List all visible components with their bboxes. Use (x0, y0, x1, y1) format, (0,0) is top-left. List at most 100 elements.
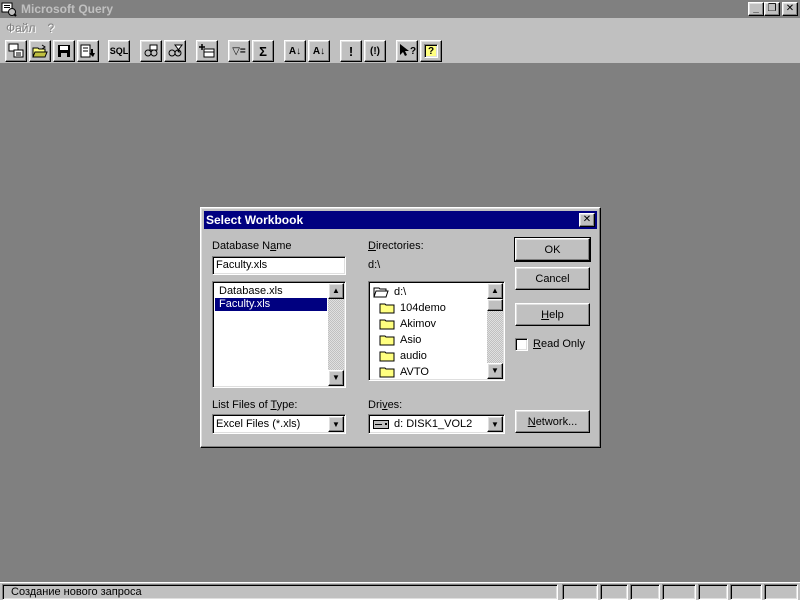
directory-scrollbar[interactable]: ▲ ▼ (487, 283, 503, 379)
database-name-label-pre: Database N (212, 240, 271, 252)
auto-query-button[interactable]: (!) (364, 40, 386, 62)
cancel-label: Cancel (535, 272, 570, 285)
drive-select[interactable]: d: DISK1_VOL2 ▼ (368, 414, 505, 434)
save-disk-icon (58, 45, 70, 57)
open-query-button[interactable] (29, 40, 51, 62)
chevron-down-icon: ▼ (332, 419, 340, 429)
totals-button[interactable]: Σ (252, 40, 274, 62)
app-titlebar[interactable]: Microsoft Query _ ❐ ✕ (0, 0, 800, 18)
add-tables-button[interactable] (196, 40, 218, 62)
help-icon-label: ? (427, 45, 435, 57)
filter-equals-icon: ▽= (232, 45, 246, 57)
restore-icon: ❐ (767, 3, 777, 14)
scroll-down-button[interactable]: ▼ (328, 370, 344, 386)
network-button[interactable]: Network... (515, 410, 590, 433)
file-listbox[interactable]: Database.xls Faculty.xls ▲ ▼ (212, 281, 346, 388)
close-icon: ✕ (785, 3, 795, 14)
open-folder-icon (373, 287, 389, 298)
toolbar: SQL ▽= Σ A↓ A↓ ! (!) ? ? (0, 38, 800, 64)
dir-label: Akimov (400, 318, 437, 330)
database-name-value: Faculty.xls (216, 259, 268, 271)
add-tables-icon (199, 44, 215, 58)
cancel-button[interactable]: Cancel (515, 267, 590, 290)
close-icon: ✕ (582, 214, 592, 225)
dir-item-akimov[interactable]: Akimov (373, 316, 486, 332)
network-label-accel: N (527, 415, 536, 428)
dir-label: audio (400, 350, 427, 362)
directories-label-post: irectories: (375, 240, 424, 252)
scroll-down-button[interactable]: ▼ (487, 363, 503, 379)
database-name-input[interactable]: Faculty.xls (212, 256, 346, 275)
status-bar: Создание нового запроса (0, 582, 800, 600)
close-button[interactable]: ✕ (782, 2, 798, 16)
show-tables-icon (144, 44, 158, 57)
new-query-button[interactable] (5, 40, 27, 62)
dir-item-root[interactable]: d:\ (373, 284, 486, 300)
file-item-database[interactable]: Database.xls (215, 285, 327, 298)
menu-help[interactable]: ? (42, 21, 61, 35)
status-cell (730, 584, 762, 600)
sort-ascending-button[interactable]: A↓ (284, 40, 306, 62)
new-query-icon (8, 43, 24, 58)
drives-label: Drives: (368, 399, 402, 411)
ok-button[interactable]: OK (514, 237, 591, 262)
file-list-scrollbar[interactable]: ▲ ▼ (328, 283, 344, 386)
list-type-label-post: ype: (276, 399, 298, 411)
drives-label-post: es: (387, 399, 403, 411)
directories-label: Directories: (368, 240, 424, 252)
scroll-up-icon: ▲ (491, 286, 499, 295)
status-text: Создание нового запроса (2, 584, 558, 600)
save-button[interactable] (53, 40, 75, 62)
scroll-up-button[interactable]: ▲ (487, 283, 503, 299)
dir-label: Asio (400, 334, 422, 346)
status-cell (562, 584, 598, 600)
dir-item-audio[interactable]: audio (373, 348, 486, 364)
directories-label-accel: D (368, 240, 376, 252)
drive-value: d: DISK1_VOL2 (394, 418, 473, 430)
drives-label-pre: Dri (368, 399, 383, 411)
drive-dropdown-button[interactable]: ▼ (487, 416, 503, 432)
show-tables-button[interactable] (140, 40, 162, 62)
file-type-select[interactable]: Excel Files (*.xls) ▼ (212, 414, 346, 434)
dir-item-avto[interactable]: AVTO (373, 364, 486, 380)
file-item-faculty[interactable]: Faculty.xls (215, 298, 327, 311)
minimize-button[interactable]: _ (748, 2, 764, 16)
file-type-value: Excel Files (*.xls) (216, 418, 301, 430)
dir-item-asio[interactable]: Asio (373, 332, 486, 348)
restore-button[interactable]: ❐ (764, 2, 780, 16)
sort-descending-button[interactable]: A↓ (308, 40, 330, 62)
help-button[interactable]: ? (420, 40, 442, 62)
scroll-up-icon: ▲ (332, 286, 340, 295)
query-now-button[interactable]: ! (340, 40, 362, 62)
menu-bar: Файл ? (0, 18, 800, 38)
dir-label: 104demo (400, 302, 446, 314)
menu-file[interactable]: Файл (0, 21, 42, 35)
dir-label: AVTO (400, 366, 429, 378)
read-only-checkbox[interactable] (515, 338, 528, 351)
criteria-equals-button[interactable]: ▽= (228, 40, 250, 62)
directory-listbox[interactable]: d:\ 104demo Akimov Asio audio AVTO ▲ ▼ (368, 281, 505, 381)
drive-icon (373, 420, 389, 429)
open-folder-icon (32, 44, 48, 58)
dialog-titlebar[interactable]: Select Workbook ✕ (204, 211, 597, 229)
sql-button[interactable]: SQL (108, 40, 130, 62)
show-criteria-button[interactable] (164, 40, 186, 62)
dir-item-104demo[interactable]: 104demo (373, 300, 486, 316)
context-help-button[interactable]: ? (396, 40, 418, 62)
help-button-dialog[interactable]: Help (515, 303, 590, 326)
msquery-app-icon[interactable] (1, 1, 17, 17)
list-files-type-label: List Files of Type: (212, 399, 297, 411)
dialog-title: Select Workbook (206, 213, 304, 227)
dir-root-label: d:\ (394, 286, 407, 298)
chevron-down-icon: ▼ (491, 419, 499, 429)
exclamation-icon: ! (348, 43, 354, 59)
return-data-button[interactable] (77, 40, 99, 62)
status-cell (662, 584, 696, 600)
current-directory: d:\ (368, 259, 381, 271)
scroll-up-button[interactable]: ▲ (328, 283, 344, 299)
read-only-label[interactable]: Read Only (533, 338, 585, 350)
file-type-dropdown-button[interactable]: ▼ (328, 416, 344, 432)
dialog-close-button[interactable]: ✕ (579, 213, 595, 227)
scroll-thumb[interactable] (487, 299, 503, 311)
sql-label: SQL (109, 46, 129, 56)
